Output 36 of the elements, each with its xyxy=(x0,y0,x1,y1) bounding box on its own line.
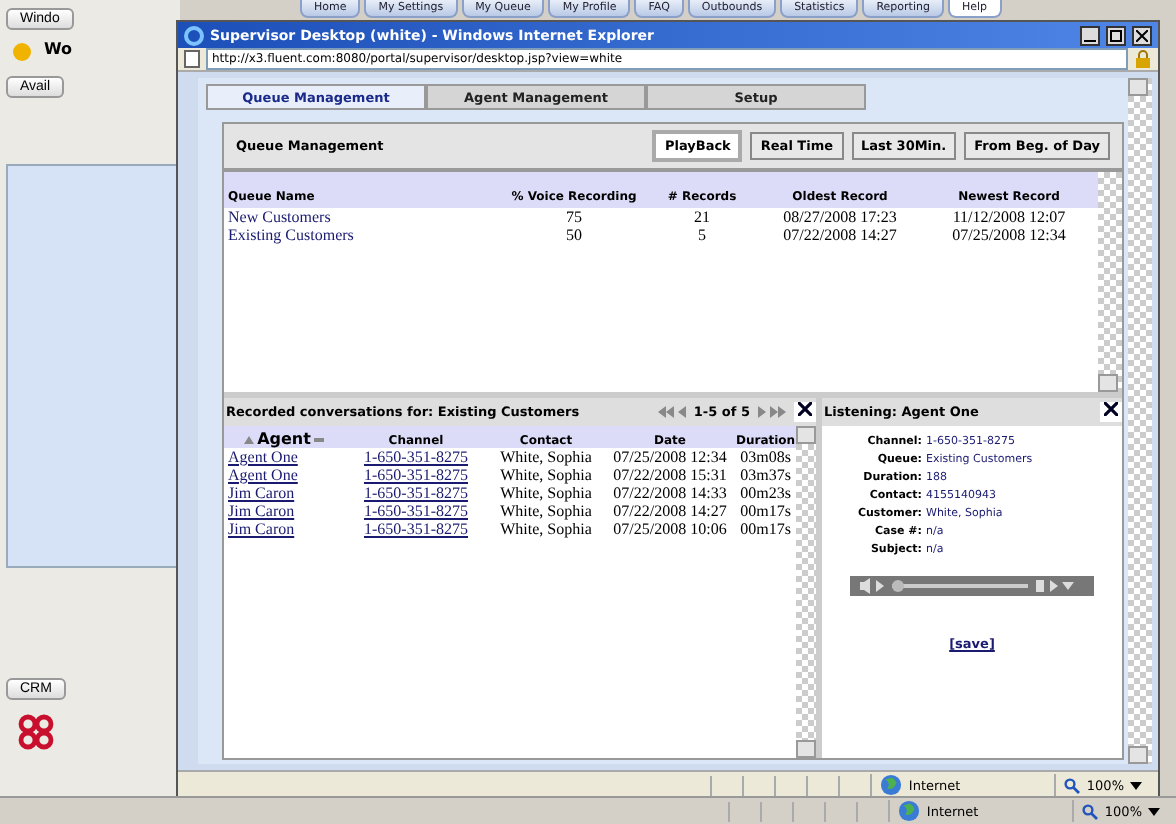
table-cell-text: 75 xyxy=(564,208,584,226)
table-cell-text: 07/22/2008 15:31 xyxy=(611,466,729,484)
table-cell-text: 00m23s xyxy=(738,484,793,502)
table-cell-text: 08/27/2008 17:23 xyxy=(781,208,899,226)
table-cell-text: 07/22/2008 14:27 xyxy=(611,502,729,520)
table-cell-text: 03m08s xyxy=(738,448,793,466)
table-cell-text: Existing Customers xyxy=(226,226,356,244)
table-cell-text: 50 xyxy=(564,226,584,244)
table-cell-text: White, Sophia xyxy=(498,484,594,502)
table-cell-text: White, Sophia xyxy=(498,520,594,538)
table-cell-text: White, Sophia xyxy=(498,466,594,484)
table-cell-text: 00m17s xyxy=(738,520,793,538)
table-cell-text: 03m37s xyxy=(738,466,793,484)
table-cell-text: 07/25/2008 10:06 xyxy=(611,520,729,538)
table-link[interactable]: 1-650-351-8275 xyxy=(364,484,468,502)
table-cell-text: White, Sophia xyxy=(498,502,594,520)
table-cell-text: White, Sophia xyxy=(498,448,594,466)
table-cell-text: 00m17s xyxy=(738,502,793,520)
table-link[interactable]: 1-650-351-8275 xyxy=(364,448,468,466)
table-cell-text: 5 xyxy=(696,226,708,244)
table-link[interactable]: Jim Caron xyxy=(228,520,295,538)
table-cell-text: 07/25/2008 12:34 xyxy=(611,448,729,466)
table-cell-text: 11/12/2008 12:07 xyxy=(950,208,1068,226)
table-cell-text: 07/22/2008 14:27 xyxy=(781,226,899,244)
table-link[interactable]: Jim Caron xyxy=(228,502,295,520)
table-cell-text: 07/25/2008 12:34 xyxy=(950,226,1068,244)
table-link[interactable]: Jim Caron xyxy=(228,484,295,502)
table-cell-text: 07/22/2008 14:33 xyxy=(611,484,729,502)
table-link[interactable]: 1-650-351-8275 xyxy=(364,520,468,538)
welcome-text: Wo xyxy=(44,40,73,58)
table-cell-text: 21 xyxy=(692,208,712,226)
table-link[interactable]: Agent One xyxy=(228,466,298,484)
table-link[interactable]: 1-650-351-8275 xyxy=(364,466,468,484)
table-link[interactable]: Agent One xyxy=(228,448,298,466)
table-cell-text: New Customers xyxy=(226,208,333,226)
table-link[interactable]: 1-650-351-8275 xyxy=(364,502,468,520)
